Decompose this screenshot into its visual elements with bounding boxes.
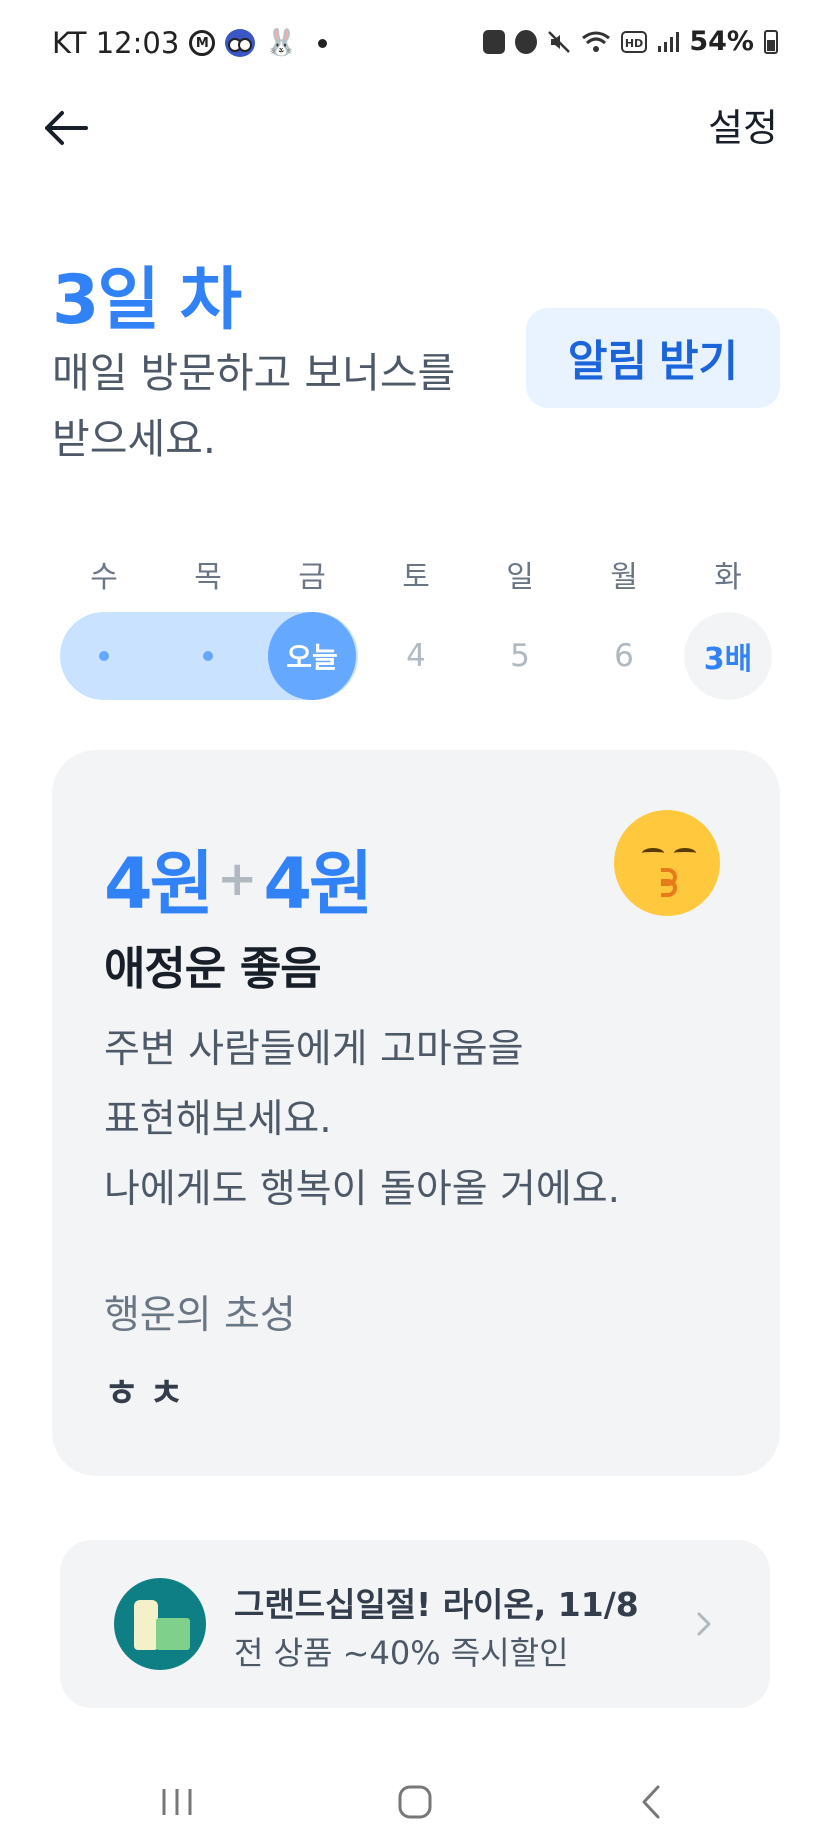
ad-banner[interactable]: 그랜드십일절! 라이온, 11/8 전 상품 ~40% 즉시할인: [60, 1540, 770, 1708]
weekday-label: 목: [194, 560, 222, 595]
day-slot-completed: [60, 612, 148, 700]
back-button[interactable]: [36, 100, 96, 156]
rabbit-icon: 🐰: [265, 28, 298, 58]
reward-bonus: 4원: [263, 843, 373, 925]
signal-icon: [658, 31, 680, 52]
day-slot-upcoming: 6: [614, 638, 634, 674]
weekday-label: 일: [506, 560, 534, 595]
day-slot-upcoming: 4: [406, 638, 426, 674]
battery-icon: [764, 29, 778, 54]
back-icon: [642, 1785, 660, 1819]
weekday-labels: 수 목 금 토 일 월 화: [52, 552, 782, 598]
fortune-message-line: 나에게도 행복이 돌아올 거에요.: [104, 1167, 621, 1212]
attendance-week-row: 오늘 4 5 6 3배: [52, 612, 782, 700]
owl-icon: [225, 29, 256, 57]
status-right: HD 54%: [483, 26, 778, 57]
nav-back-button[interactable]: [596, 1760, 706, 1844]
attendance-subtitle: 매일 방문하고 보너스를 받으세요.: [52, 349, 456, 463]
ad-subtitle: 전 상품 ~40% 즉시할인: [234, 1634, 569, 1672]
settings-button[interactable]: 설정: [708, 100, 778, 156]
notify-button[interactable]: 알림 받기: [526, 308, 780, 408]
status-bar: KT 12:03 M 🐰 HD 54%: [0, 0, 830, 92]
weekday-label: 화: [714, 560, 742, 595]
kissing-face-icon: [614, 810, 720, 916]
home-button[interactable]: [360, 1760, 470, 1844]
recycle-icon: [483, 29, 506, 54]
weekday-label: 토: [402, 560, 430, 595]
reward-amount: 4원 + 4원: [104, 828, 373, 929]
weekday-label: 월: [610, 560, 638, 595]
reward-base: 4원: [104, 843, 214, 925]
day-slot-completed: [164, 612, 252, 700]
recent-apps-button[interactable]: [122, 1760, 232, 1844]
notification-dot: [317, 38, 327, 48]
day-slot-today: 오늘: [268, 612, 356, 700]
fortune-message-line: 주변 사람들에게 고마움을: [104, 1027, 524, 1072]
wifi-icon: [582, 31, 611, 52]
status-left: KT 12:03 M 🐰: [52, 26, 327, 60]
fortune-message: 주변 사람들에게 고마움을 표현해보세요. 나에게도 행복이 돌아올 거에요.: [104, 1015, 724, 1225]
fortune-card: 4원 + 4원 애정운 좋음 주변 사람들에게 고마움을 표현해보세요. 나에게…: [52, 750, 780, 1476]
system-nav-bar: [0, 1760, 830, 1844]
completed-dot: [203, 651, 213, 661]
home-icon: [398, 1785, 432, 1819]
completed-dot: [99, 651, 109, 661]
ad-title: 그랜드십일절! 라이온, 11/8: [234, 1585, 639, 1624]
back-arrow-icon: [45, 111, 88, 145]
day-count-title: 3일 차: [52, 261, 242, 340]
battery-percent: 54%: [689, 26, 754, 57]
mute-icon: [548, 30, 571, 53]
status-time: KT 12:03: [52, 26, 180, 60]
fortune-message-line: 표현해보세요.: [104, 1097, 332, 1142]
lucky-initials-label: 행운의 초성: [104, 1293, 296, 1338]
day-slot-bonus: 3배: [684, 612, 772, 700]
svg-text:HD: HD: [625, 37, 643, 50]
chevron-right-icon: [684, 1602, 724, 1646]
m-app-icon: M: [189, 30, 216, 56]
recent-apps-icon: [162, 1789, 192, 1815]
reward-plus-sign: +: [217, 850, 258, 907]
day-slot-upcoming: 5: [510, 638, 530, 674]
ad-thumbnail: [114, 1578, 206, 1670]
alarm-icon: [515, 29, 538, 54]
fortune-title: 애정운 좋음: [104, 942, 322, 995]
hd-icon: HD: [621, 30, 648, 53]
weekday-label: 금: [298, 560, 326, 595]
weekday-label: 수: [90, 560, 118, 595]
lucky-initials-value: ㅎㅊ: [104, 1371, 194, 1415]
